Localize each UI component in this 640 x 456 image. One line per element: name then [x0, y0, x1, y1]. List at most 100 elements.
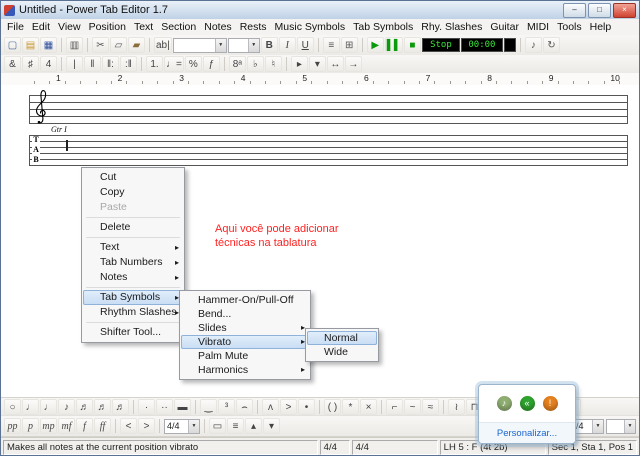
font-combo[interactable]: ▼	[172, 37, 227, 53]
shift-position-icon[interactable]: →	[344, 56, 362, 72]
menu-item-text[interactable]: Text ▸	[83, 240, 183, 255]
let-ring-icon[interactable]: ⌐	[386, 399, 403, 415]
tab-number-up-icon[interactable]: ▴	[245, 418, 262, 434]
menu-item-vibrato[interactable]: Vibrato ▸	[181, 335, 309, 349]
dynamic-mp-icon[interactable]: mp	[40, 418, 57, 434]
tray-update-icon[interactable]: !	[542, 396, 558, 411]
copy-icon[interactable]: ▱	[110, 37, 127, 53]
eighth-note-icon[interactable]: ♪	[58, 399, 75, 415]
key-signature-icon[interactable]: ♯	[22, 56, 39, 72]
menu-midi[interactable]: MIDI	[523, 19, 553, 35]
play-button[interactable]: ▶	[366, 37, 384, 53]
arpeggio-icon[interactable]: ≀	[448, 399, 465, 415]
menu-edit[interactable]: Edit	[28, 19, 54, 35]
menu-text[interactable]: Text	[130, 19, 157, 35]
close-button[interactable]: ×	[613, 2, 636, 18]
pause-button[interactable]: ▌▌	[384, 37, 403, 53]
menu-rests[interactable]: Rests	[236, 19, 271, 35]
crescendo-icon[interactable]: <	[120, 418, 137, 434]
open-icon[interactable]: ▤	[22, 37, 39, 53]
save-icon[interactable]: ▦	[40, 37, 57, 53]
stop-button[interactable]: ■	[403, 37, 421, 53]
menu-item-tab-symbols[interactable]: Tab Symbols ▸	[83, 290, 183, 305]
minimize-button[interactable]: –	[563, 2, 586, 18]
repeat-start-icon[interactable]: ‖:	[102, 56, 119, 72]
remove-section-icon[interactable]: ▾	[308, 56, 326, 72]
menu-item-notes[interactable]: Notes ▸	[83, 270, 183, 285]
repeat-end-icon[interactable]: :‖	[120, 56, 137, 72]
quarter-note-icon[interactable]: ♩	[40, 399, 57, 415]
cut-icon[interactable]: ✂	[92, 37, 109, 53]
new-icon[interactable]: ▢	[4, 37, 21, 53]
flat-icon[interactable]: ♭	[246, 56, 264, 72]
clef-icon[interactable]: &	[4, 56, 21, 72]
dynamic-mf-icon[interactable]: mf	[58, 418, 75, 434]
maximize-button[interactable]: □	[588, 2, 611, 18]
menu-item-palm-mute[interactable]: Palm Mute	[181, 349, 309, 363]
double-barline-icon[interactable]: ‖	[84, 56, 101, 72]
grace-note-icon[interactable]: *	[342, 399, 359, 415]
musical-direction-icon[interactable]: %	[184, 56, 202, 72]
menu-rhy-slashes[interactable]: Rhy. Slashes	[417, 19, 486, 35]
staccato-icon[interactable]: •	[298, 399, 315, 415]
menu-item-cut[interactable]: Cut	[83, 170, 183, 185]
tray-customize-link[interactable]: Personalizar...	[479, 422, 575, 443]
menu-notes[interactable]: Notes	[200, 19, 235, 35]
menu-guitar[interactable]: Guitar	[486, 19, 523, 35]
menu-position[interactable]: Position	[85, 19, 130, 35]
menu-item-normal[interactable]: Normal	[307, 331, 377, 345]
tempo-marker-icon[interactable]: ♩=	[164, 56, 184, 72]
menu-item-copy[interactable]: Copy	[83, 185, 183, 200]
tie-icon[interactable]: ‿	[200, 399, 217, 415]
fermata-icon[interactable]: ⌢	[236, 399, 253, 415]
menu-file[interactable]: File	[3, 19, 28, 35]
insert-section-icon[interactable]: ▸	[290, 56, 308, 72]
menu-item-wide[interactable]: Wide	[307, 345, 377, 359]
menu-item-slides[interactable]: Slides ▸	[181, 321, 309, 335]
menu-item-tab-numbers[interactable]: Tab Numbers ▸	[83, 255, 183, 270]
dynamic-pp-icon[interactable]: pp	[4, 418, 21, 434]
text-tool-button[interactable]: ab|	[154, 37, 172, 53]
whole-note-icon[interactable]: ○	[4, 399, 21, 415]
bold-button[interactable]: B	[260, 37, 278, 53]
menu-tab-symbols[interactable]: Tab Symbols	[349, 19, 417, 35]
tremolo-icon[interactable]: ≡	[227, 418, 244, 434]
sixty-fourth-note-icon[interactable]: ♬	[112, 399, 129, 415]
menu-item-rhythm-slashes[interactable]: Rhythm Slashes ▸	[83, 305, 183, 320]
meter-combo[interactable]: 4/4 ▼	[164, 418, 200, 434]
menu-tools[interactable]: Tools	[553, 19, 586, 35]
increase-spacing-icon[interactable]: ↔	[326, 56, 344, 72]
muted-note-icon[interactable]: ×	[360, 399, 377, 415]
alternate-ending-icon[interactable]: 1.	[146, 56, 163, 72]
guitar-setup-icon[interactable]: ≡	[322, 37, 340, 53]
underline-button[interactable]: U	[296, 37, 314, 53]
wide-vibrato-icon[interactable]: ≈	[422, 399, 439, 415]
accent-icon[interactable]: >	[280, 399, 297, 415]
time-signature-icon[interactable]: 4	[40, 56, 57, 72]
size-combo[interactable]: ▼	[227, 37, 260, 53]
menu-item-delete[interactable]: Delete	[83, 220, 183, 235]
vibrato-icon[interactable]: ~	[404, 399, 421, 415]
dynamic-ff-icon[interactable]: ff	[94, 418, 111, 434]
double-dotted-note-icon[interactable]: ··	[156, 399, 173, 415]
sixteenth-note-icon[interactable]: ♬	[76, 399, 93, 415]
loop-icon[interactable]: ↻	[542, 37, 560, 53]
menu-item-harmonics[interactable]: Harmonics ▸	[181, 363, 309, 377]
octave-icon[interactable]: 8ᵃ	[228, 56, 246, 72]
standard-notation-staff[interactable]	[29, 95, 628, 124]
rest-icon[interactable]: ▬	[174, 399, 191, 415]
paste-icon[interactable]: ▰	[128, 37, 145, 53]
menu-item-shifter-tool[interactable]: Shifter Tool...	[83, 325, 183, 340]
italic-button[interactable]: I	[278, 37, 296, 53]
dynamic-icon[interactable]: ƒ	[202, 56, 220, 72]
duration-combo[interactable]: ▼	[606, 418, 636, 434]
tablature-staff[interactable]	[29, 135, 628, 166]
marcato-icon[interactable]: ʌ	[262, 399, 279, 415]
half-note-icon[interactable]: ♩	[22, 399, 39, 415]
menu-view[interactable]: View	[54, 19, 85, 35]
triplet-icon[interactable]: ³	[218, 399, 235, 415]
metronome-icon[interactable]: ♪	[524, 37, 542, 53]
multibar-rest-icon[interactable]: ▭	[209, 418, 226, 434]
menu-item-bend[interactable]: Bend...	[181, 307, 309, 321]
decrescendo-icon[interactable]: >	[138, 418, 155, 434]
